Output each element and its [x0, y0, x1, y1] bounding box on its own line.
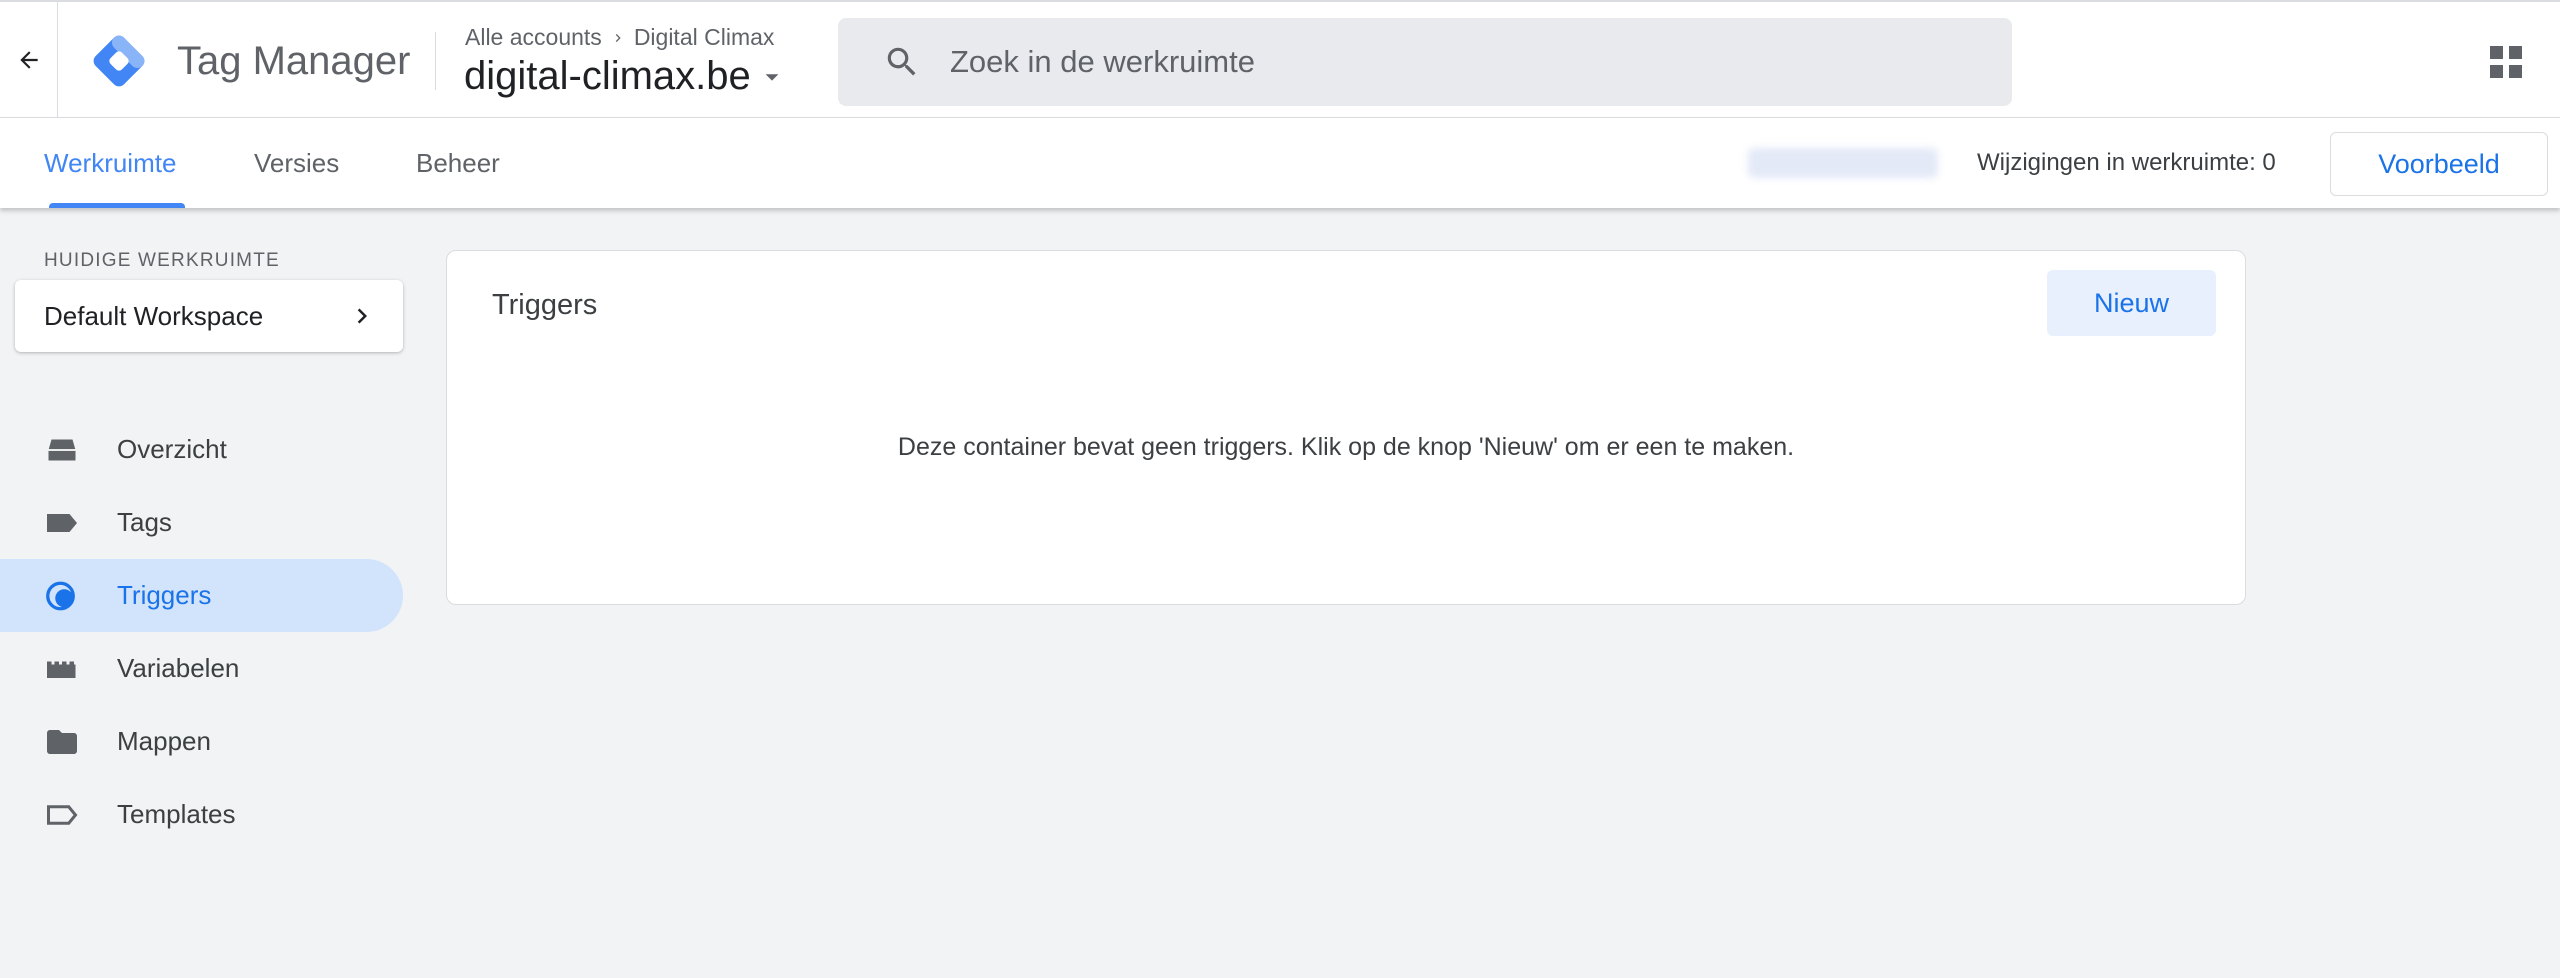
empty-state-message: Deze container bevat geen triggers. Klik…	[897, 433, 1795, 461]
sidebar-item-templates[interactable]: Templates	[0, 778, 403, 851]
breadcrumb-all-accounts[interactable]: Alle accounts	[465, 24, 602, 51]
sidebar-item-label: Templates	[117, 799, 236, 829]
tag-manager-logo-icon	[93, 35, 145, 87]
sidebar-item-overzicht[interactable]: Overzicht	[0, 413, 403, 486]
trigger-icon	[44, 578, 80, 614]
tab-bar: Werkruimte Versies Beheer Wijzigingen in…	[0, 118, 2560, 208]
sidebar-nav: Overzicht Tags Triggers Variabelen Mappe…	[0, 413, 403, 851]
preview-button[interactable]: Voorbeeld	[2330, 132, 2548, 196]
variables-icon	[44, 651, 80, 687]
new-trigger-button[interactable]: Nieuw	[2047, 270, 2216, 336]
workspace-changes-count: Wijzigingen in werkruimte: 0	[1977, 149, 2276, 176]
triggers-card: Triggers Nieuw Deze container bevat geen…	[446, 250, 2246, 605]
header-divider	[435, 32, 436, 90]
chevron-right-icon	[357, 308, 367, 324]
tab-beheer[interactable]: Beheer	[416, 118, 500, 208]
breadcrumb-account[interactable]: Digital Climax	[634, 24, 775, 51]
sidebar-item-mappen[interactable]: Mappen	[0, 705, 403, 778]
sidebar-item-label: Variabelen	[117, 653, 240, 683]
workspace-name: Default Workspace	[44, 300, 264, 331]
container-name: digital-climax.be	[464, 54, 751, 98]
sidebar-item-label: Mappen	[117, 726, 211, 756]
tag-icon	[44, 505, 80, 541]
template-icon	[44, 797, 80, 833]
workspace-id-badge	[1748, 148, 1938, 178]
container-selector[interactable]: digital-climax.be	[464, 54, 783, 99]
sidebar-item-label: Triggers	[117, 580, 212, 610]
arrow-back-icon	[19, 51, 38, 69]
sidebar-item-label: Overzicht	[117, 434, 227, 464]
back-button[interactable]	[0, 2, 58, 118]
folder-icon	[44, 724, 80, 760]
sidebar-item-triggers[interactable]: Triggers	[0, 559, 403, 632]
sidebar-item-tags[interactable]: Tags	[0, 486, 403, 559]
overview-icon	[44, 432, 80, 468]
current-workspace-label: HUIDIGE WERKRUIMTE	[44, 250, 280, 271]
workspace-selector[interactable]: Default Workspace	[15, 280, 403, 352]
sidebar-item-variabelen[interactable]: Variabelen	[0, 632, 403, 705]
tab-werkruimte[interactable]: Werkruimte	[44, 118, 176, 208]
search-icon[interactable]	[882, 42, 922, 82]
search-bar	[838, 18, 2012, 106]
tab-versies[interactable]: Versies	[254, 118, 339, 208]
page-title: Triggers	[492, 289, 598, 321]
apps-grid-icon[interactable]	[2484, 40, 2528, 84]
breadcrumb: Alle accounts Digital Climax	[465, 24, 774, 51]
top-app-bar: Tag Manager Alle accounts Digital Climax…	[0, 0, 2560, 118]
search-input[interactable]	[950, 44, 1950, 80]
dropdown-arrow-icon	[765, 73, 779, 81]
active-tab-indicator	[49, 203, 185, 208]
sidebar-item-label: Tags	[117, 507, 172, 537]
app-title: Tag Manager	[177, 39, 411, 83]
chevron-right-icon	[615, 33, 621, 42]
